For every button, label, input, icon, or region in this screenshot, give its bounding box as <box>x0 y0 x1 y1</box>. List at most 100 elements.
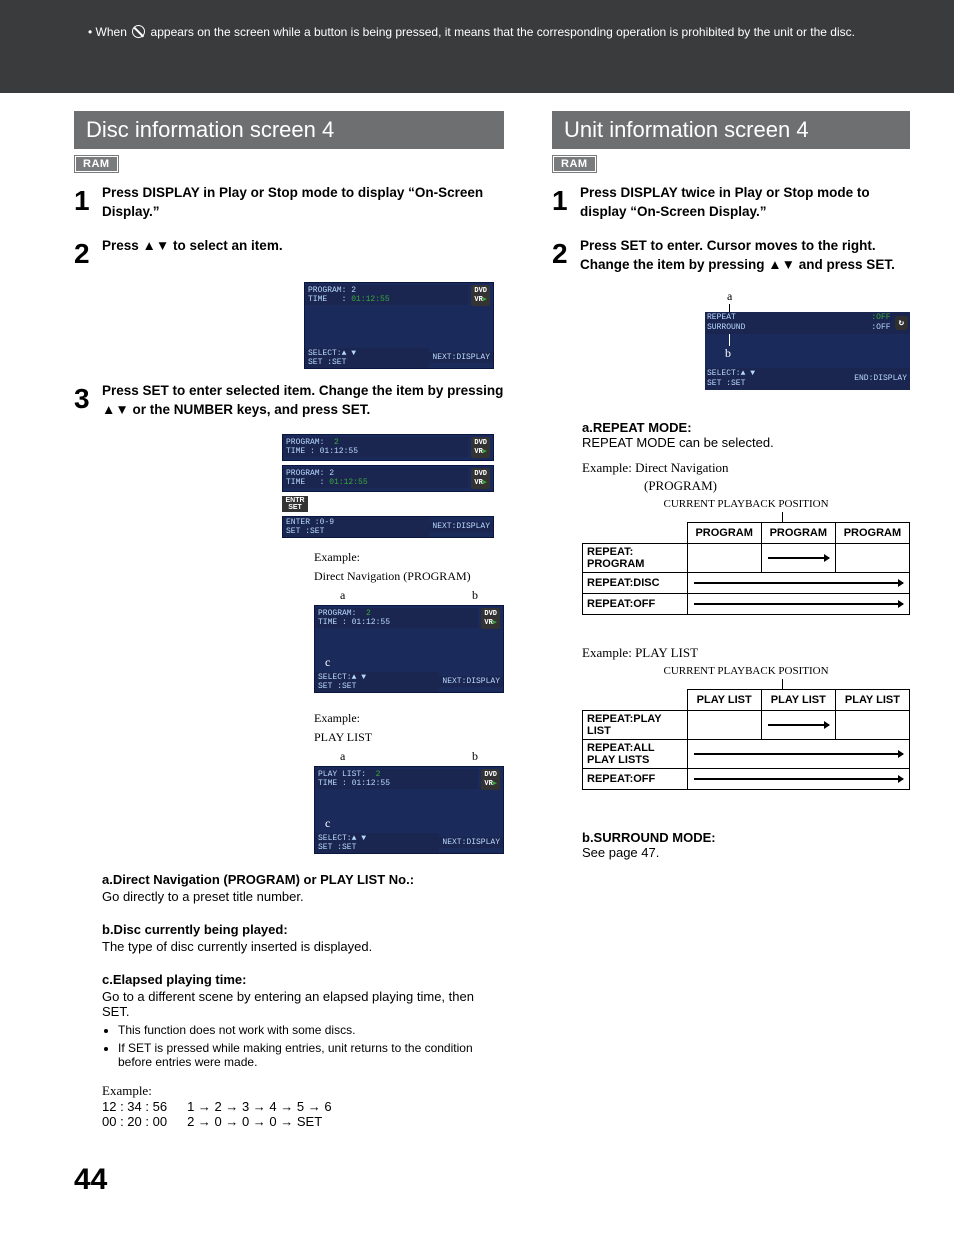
osd-select: SELECT:▲ ▼ <box>318 673 436 682</box>
example-label: Example: <box>314 711 504 726</box>
left-step-3: 3 Press SET to enter selected item. Chan… <box>74 381 504 420</box>
example-label: Example: <box>102 1083 504 1099</box>
osd-playlist-value: 2 <box>376 770 381 779</box>
step-number: 1 <box>552 183 580 222</box>
osd-set: SET :SET <box>318 682 436 691</box>
step-text-b: or the NUMBER keys, and press SET. <box>129 402 371 417</box>
step-text-post: to select an item. <box>169 238 282 253</box>
osd-panel: PLAY LIST: 2 TIME : 01:12:55 DVDVR▶ c SE… <box>314 766 504 854</box>
col-playlist: PLAY LIST <box>761 689 835 710</box>
example-time-1: 12 : 34 : 56 <box>102 1099 167 1114</box>
osd-program-label: PROGRAM: <box>318 609 366 618</box>
b-mark: b <box>725 346 910 361</box>
osd-next: NEXT:DISPLAY <box>429 352 493 363</box>
desc-b-heading: b.Disc currently being played: <box>102 922 504 937</box>
top-note-band: • When appears on the screen while a but… <box>0 0 954 93</box>
osd-time-value: 01:12:55 <box>329 478 367 487</box>
osd-panel: PROGRAM: 2 TIME : 01:12:55 DVDVR▶ SELECT… <box>304 282 494 369</box>
example-play-list: Example: PLAY LIST ab PLAY LIST: 2 TIME … <box>74 711 504 854</box>
osd-program-value: 2 <box>334 438 339 447</box>
unit-repeat-value: :OFF <box>871 313 890 322</box>
row-label: REPEAT:DISC <box>583 572 688 593</box>
osd-set: SET :SET <box>318 843 436 852</box>
left-step-1: 1 Press DISPLAY in Play or Stop mode to … <box>74 183 504 222</box>
repeat-table-program: Example: Direct Navigation (PROGRAM) CUR… <box>582 460 910 615</box>
col-playlist: PLAY LIST <box>687 689 761 710</box>
step-text-a: Press SET to enter selected item. Change… <box>102 383 503 398</box>
step-text: Press SET to enter. Cursor moves to the … <box>580 236 910 275</box>
osd-panel: PROGRAM: 2 TIME : 01:12:55 DVDVR▶ c SELE… <box>314 605 504 693</box>
surround-mode-block: b.SURROUND MODE: See page 47. <box>582 830 910 860</box>
unit-repeat-label: REPEAT <box>707 313 736 322</box>
entr-set-badge: ENTRSET <box>282 496 308 512</box>
example-caption: PLAY LIST <box>314 730 504 745</box>
step-text: Press SET to enter selected item. Change… <box>102 381 504 420</box>
updown-arrows-icon: ▲▼ <box>143 238 170 253</box>
repeat-icon: ↻ <box>895 316 908 330</box>
example-seq-2: 2 → 0 → 0 → 0 → SET <box>187 1114 322 1129</box>
page-number: 44 <box>0 1159 954 1217</box>
col-playlist: PLAY LIST <box>835 689 909 710</box>
repeat-table: PROGRAM PROGRAM PROGRAM REPEAT: PROGRAM … <box>582 522 910 615</box>
updown-arrows-icon: ▲▼ <box>102 402 129 417</box>
note-suffix: appears on the screen while a button is … <box>147 25 855 39</box>
content-columns: Disc information screen 4 RAM 1 Press DI… <box>0 93 954 1159</box>
osd-panel: PROGRAM: 2 TIME : 01:12:55 DVDVR▶ <box>282 465 494 492</box>
osd-panel: ENTER :0-9 SET :SET NEXT:DISPLAY <box>282 516 494 538</box>
right-column: Unit information screen 4 RAM 1 Press DI… <box>522 111 954 1129</box>
repeat-mode-block: a.REPEAT MODE: REPEAT MODE can be select… <box>582 420 910 450</box>
repeat-table: PLAY LIST PLAY LIST PLAY LIST REPEAT:PLA… <box>582 689 910 790</box>
osd-select: SELECT:▲ ▼ <box>318 834 436 843</box>
left-section-title: Disc information screen 4 <box>74 111 504 148</box>
unit-end: END:DISPLAY <box>851 373 910 384</box>
example-seq-1: 1 → 2 → 3 → 4 → 5 → 6 <box>187 1099 332 1114</box>
osd-set: SET :SET <box>308 358 426 367</box>
elapsed-example: Example: 12 : 34 : 56 1 → 2 → 3 → 4 → 5 … <box>102 1083 504 1129</box>
row-label: REPEAT:OFF <box>583 768 688 789</box>
osd-playlist-label: PLAY LIST: <box>318 770 376 779</box>
repeat-heading: a.REPEAT MODE: <box>582 420 910 435</box>
desc-a: a.Direct Navigation (PROGRAM) or PLAY LI… <box>74 872 504 904</box>
osd-time-label: TIME : <box>308 295 351 304</box>
dvd-vr-badge: DVDVR▶ <box>471 437 490 458</box>
osd-time-label: TIME : <box>286 478 329 487</box>
col-program: PROGRAM <box>835 522 909 543</box>
desc-c: c.Elapsed playing time: Go to a differen… <box>74 972 504 1069</box>
desc-a-text: Go directly to a preset title number. <box>102 889 504 904</box>
a-mark: a <box>727 289 910 304</box>
example-time-2: 00 : 20 : 00 <box>102 1114 167 1129</box>
example-label: Example: PLAY LIST <box>582 645 910 661</box>
osd-time: TIME : 01:12:55 <box>318 618 475 627</box>
disc-label-row: RAM <box>552 155 910 173</box>
dvd-vr-badge: DVDVR▶ <box>471 285 490 306</box>
cpp-label: CURRENT PLAYBACK POSITION <box>582 498 910 510</box>
osd-illustration-1: PROGRAM: 2 TIME : 01:12:55 DVDVR▶ SELECT… <box>74 282 504 369</box>
c-label: c <box>315 653 503 672</box>
disc-label-row: RAM <box>74 155 504 173</box>
example-label: Example: <box>314 550 504 565</box>
desc-b-text: The type of disc currently inserted is d… <box>102 939 504 954</box>
unit-surround-value: :OFF <box>871 323 890 333</box>
desc-c-text: Go to a different scene by entering an e… <box>102 989 504 1019</box>
right-step-1: 1 Press DISPLAY twice in Play or Stop mo… <box>552 183 910 222</box>
desc-c-note2: If SET is pressed while making entries, … <box>118 1041 504 1069</box>
step-text: Press DISPLAY in Play or Stop mode to di… <box>102 183 504 222</box>
row-label: REPEAT:ALL PLAY LISTS <box>583 739 688 768</box>
ram-tag: RAM <box>552 155 597 173</box>
step-text-b: and press SET. <box>795 257 895 272</box>
updown-arrows-icon: ▲▼ <box>768 257 795 272</box>
osd-time: TIME : 01:12:55 <box>318 779 475 788</box>
ab-labels: ab <box>314 588 504 603</box>
example-sub: (PROGRAM) <box>644 478 910 494</box>
unit-osd-panel: REPEAT:OFF SURROUND:OFF ↻ b SELECT:▲ ▼ S… <box>705 312 910 390</box>
osd-next: NEXT:DISPLAY <box>429 521 493 532</box>
osd-set: SET :SET <box>286 527 426 536</box>
col-program: PROGRAM <box>761 522 835 543</box>
right-step-2: 2 Press SET to enter. Cursor moves to th… <box>552 236 910 275</box>
osd-select: SELECT:▲ ▼ <box>308 349 426 358</box>
repeat-text: REPEAT MODE can be selected. <box>582 435 910 450</box>
osd-next: NEXT:DISPLAY <box>439 676 503 687</box>
prohibit-icon <box>132 25 145 38</box>
osd-program: PROGRAM: 2 <box>286 469 465 478</box>
osd-program-label: PROGRAM: <box>286 438 334 447</box>
